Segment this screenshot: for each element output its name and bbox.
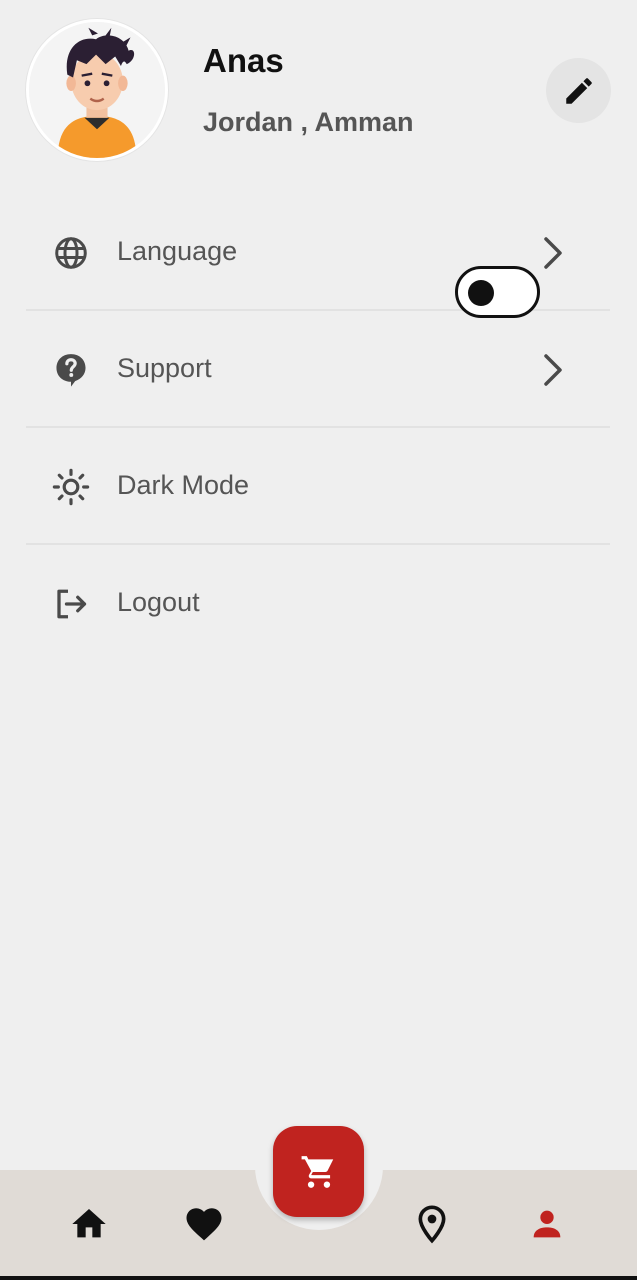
nav-profile[interactable] [523,1200,571,1248]
home-icon [72,1209,106,1238]
cart-icon [301,1155,333,1188]
cart-button[interactable] [273,1126,364,1217]
menu-item-label: Dark Mode [117,470,250,500]
menu-item-logout[interactable]: Logout [26,545,610,662]
pencil-icon [565,77,592,104]
sun-icon [52,468,90,506]
chevron-right-icon [536,234,570,272]
globe-icon [52,234,90,272]
edit-profile-button[interactable] [546,58,611,123]
screen-bottom-edge [0,1276,637,1280]
nav-home[interactable] [65,1200,113,1248]
person-icon [533,1210,561,1238]
menu-item-dark-mode: Dark Mode [26,428,610,545]
menu-item-support[interactable]: Support [26,311,610,428]
help-circle-icon [52,351,90,389]
toggle-knob [468,280,494,306]
avatar[interactable] [26,19,168,161]
dark-mode-toggle[interactable] [455,266,540,318]
user-location: Jordan , Amman [203,107,414,137]
nav-favorites[interactable] [180,1200,228,1248]
profile-header: Anas Jordan , Amman [0,0,637,180]
user-name: Anas [203,42,284,79]
settings-menu: Language Support Dark Mode Logout [26,194,610,662]
avatar-illustration [29,22,165,158]
location-pin-icon [418,1205,446,1244]
menu-item-label: Support [117,353,212,383]
nav-location[interactable] [408,1200,456,1248]
menu-item-label: Logout [117,587,200,617]
menu-item-label: Language [117,236,238,266]
logout-icon [52,585,90,623]
chevron-right-icon [536,351,570,389]
heart-icon [186,1208,222,1241]
